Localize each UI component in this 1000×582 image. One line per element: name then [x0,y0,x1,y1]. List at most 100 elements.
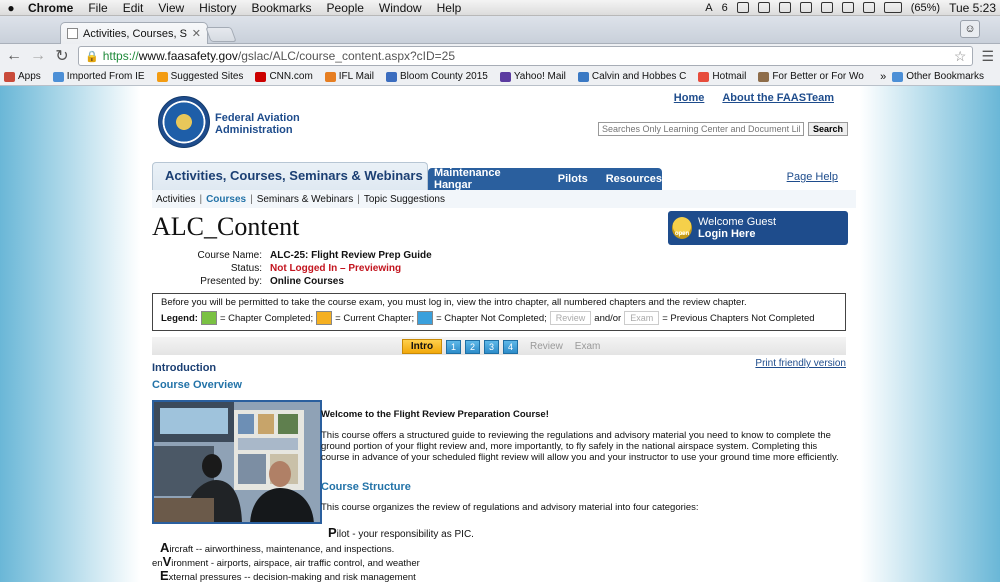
legend-not-completed-text: = Chapter Not Completed; [436,312,547,324]
clock[interactable]: Tue 5:23 [949,1,996,15]
search-button[interactable]: Search [807,122,848,136]
introduction-heading: Introduction [152,362,217,374]
reload-icon[interactable]: ↻ [54,46,70,66]
subnav-courses[interactable]: Courses [206,194,246,205]
page-favicon-icon [67,28,78,39]
status-label: Status: [230,263,262,274]
legend-current-text: = Current Chapter; [335,312,415,324]
new-tab-button[interactable] [205,27,237,42]
bookmarks-overflow-chevron[interactable]: » [880,71,886,83]
menu-file[interactable]: File [82,1,116,15]
login-here-link[interactable]: Login Here [698,228,776,240]
page-viewport: Federal Aviation Administration Home Abo… [0,86,1000,582]
apple-icon[interactable]: ● [0,1,22,15]
course-info: Course Name: ALC-25: Flight Review Prep G… [152,249,432,288]
about-faasteam-link[interactable]: About the FAASTeam [722,92,834,104]
legend: Legend: = Chapter Completed; = Current C… [161,311,837,325]
step-3-button[interactable]: 3 [484,339,499,354]
bookmark-hotmail[interactable]: Hotmail [698,71,746,82]
chapter-stepbar: Intro 1 2 3 4 Review Exam [152,337,846,355]
step-1-button[interactable]: 1 [446,339,461,354]
bookmark-for-better-or-worse[interactable]: For Better or For Wo [758,71,864,82]
subnav-topic-suggestions[interactable]: Topic Suggestions [364,194,445,205]
menu-view[interactable]: View [152,1,193,15]
menu-window[interactable]: Window [373,1,431,15]
bookmark-calvin-hobbes[interactable]: Calvin and Hobbes C [577,71,686,82]
bookmark-star-icon[interactable]: ☆ [954,48,967,65]
tab-pilots[interactable]: Pilots [558,173,588,185]
subnav-seminars-webinars[interactable]: Seminars & Webinars [257,194,354,205]
course-name-label: Course Name: [197,250,262,261]
print-friendly-link[interactable]: Print friendly version [755,358,846,369]
menu-app-chrome[interactable]: Chrome [22,1,82,15]
page-help-link[interactable]: Page Help [787,171,838,183]
home-link[interactable]: Home [674,92,705,104]
tab-maintenance-hangar[interactable]: Maintenance Hangar [434,167,540,191]
bookmark-yahoo-mail[interactable]: Yahoo! Mail [499,71,566,82]
bookmark-imported-from-ie[interactable]: Imported From IE [52,71,145,82]
adobe-icon[interactable]: A [705,2,712,14]
tab-resources[interactable]: Resources [606,173,662,185]
browser-tab-active[interactable]: Activities, Courses, Semin… ✕ [60,22,208,44]
menu-history[interactable]: History [193,1,245,15]
legend-exam-pill: Exam [624,311,660,325]
menubar-tray: A 6 (65%) Tue 5:23 [705,1,1000,15]
search-input[interactable] [597,122,804,136]
step-review-disabled: Review [530,341,563,352]
welcome-guest-text: Welcome Guest [698,216,777,228]
bookmark-bloom-county[interactable]: Bloom County 2015 [385,71,488,82]
nav-blue-bar: Maintenance Hangar Pilots Resources [428,167,662,191]
bookmark-other-bookmarks[interactable]: Other Bookmarks [892,71,984,82]
presented-by-label: Presented by: [200,276,262,287]
sync-icon[interactable] [757,2,770,13]
agency-name: Federal Aviation Administration [215,112,300,136]
subnav-separator: | [357,193,360,205]
menu-edit[interactable]: Edit [117,1,153,15]
legend-current-swatch [316,311,333,325]
tab-activities-courses[interactable]: Activities, Courses, Seminars & Webinars [152,162,428,190]
category-environment: enVironment - airports, airspace, air tr… [152,554,420,569]
subnav-separator: | [199,193,203,205]
flight-instruction-photo [152,400,322,524]
bookmark-apps[interactable]: Apps [4,71,41,82]
menu-bookmarks[interactable]: Bookmarks [246,1,321,15]
exam-notice-text: Before you will be permitted to take the… [161,297,747,308]
bluetooth-icon[interactable] [820,2,833,13]
open-lock-icon: open [672,217,692,239]
profile-icon[interactable]: ☺ [960,20,980,38]
category-aircraft: Aircraft -- airworthiness, maintenance, … [160,540,395,555]
bookmark-ifl-mail[interactable]: IFL Mail [324,71,374,82]
legend-completed-text: = Chapter Completed; [219,312,314,324]
faa-seal-logo[interactable] [158,96,210,148]
dropbox-icon[interactable] [736,2,749,13]
close-tab-icon[interactable]: ✕ [192,27,201,40]
browser-toolbar: ← → ↻ 🔒 https://www.faasafety.gov/gslac/… [0,44,1000,68]
battery-icon[interactable] [883,2,902,13]
bookmark-suggested-sites[interactable]: Suggested Sites [156,71,243,82]
tab-title: Activities, Courses, Semin… [83,27,187,40]
top-links: Home About the FAASTeam [674,92,834,104]
subnav-activities[interactable]: Activities [156,194,195,205]
subnav-separator: | [250,193,253,205]
menu-help[interactable]: Help [431,1,471,15]
bookmarks-bar: Apps Imported From IE Suggested Sites CN… [0,68,1000,86]
legend-previous-text: = Previous Chapters Not Completed [662,312,815,324]
step-2-button[interactable]: 2 [465,339,480,354]
forward-arrow-icon[interactable]: → [30,47,46,65]
step-4-button[interactable]: 4 [503,339,518,354]
menu-people[interactable]: People [321,1,373,15]
home-icon[interactable] [778,2,791,13]
menu-hamburger-icon[interactable]: ☰ [981,48,994,65]
wifi-icon[interactable] [841,2,854,13]
bookmark-cnn[interactable]: CNN.com [255,71,313,82]
time-machine-icon[interactable] [799,2,812,13]
volume-icon[interactable] [862,2,875,13]
login-box[interactable]: open Welcome Guest Login Here [668,211,848,245]
url-host: www.faasafety.gov [138,49,238,63]
exam-notice-box: Before you will be permitted to take the… [152,293,846,331]
course-description-paragraph: This course offers a structured guide to… [321,430,839,463]
back-arrow-icon[interactable]: ← [6,47,22,65]
lock-icon[interactable]: 🔒 [85,50,99,63]
step-intro-button[interactable]: Intro [402,339,442,354]
address-bar[interactable]: 🔒 https://www.faasafety.gov/gslac/ALC/co… [78,46,974,66]
